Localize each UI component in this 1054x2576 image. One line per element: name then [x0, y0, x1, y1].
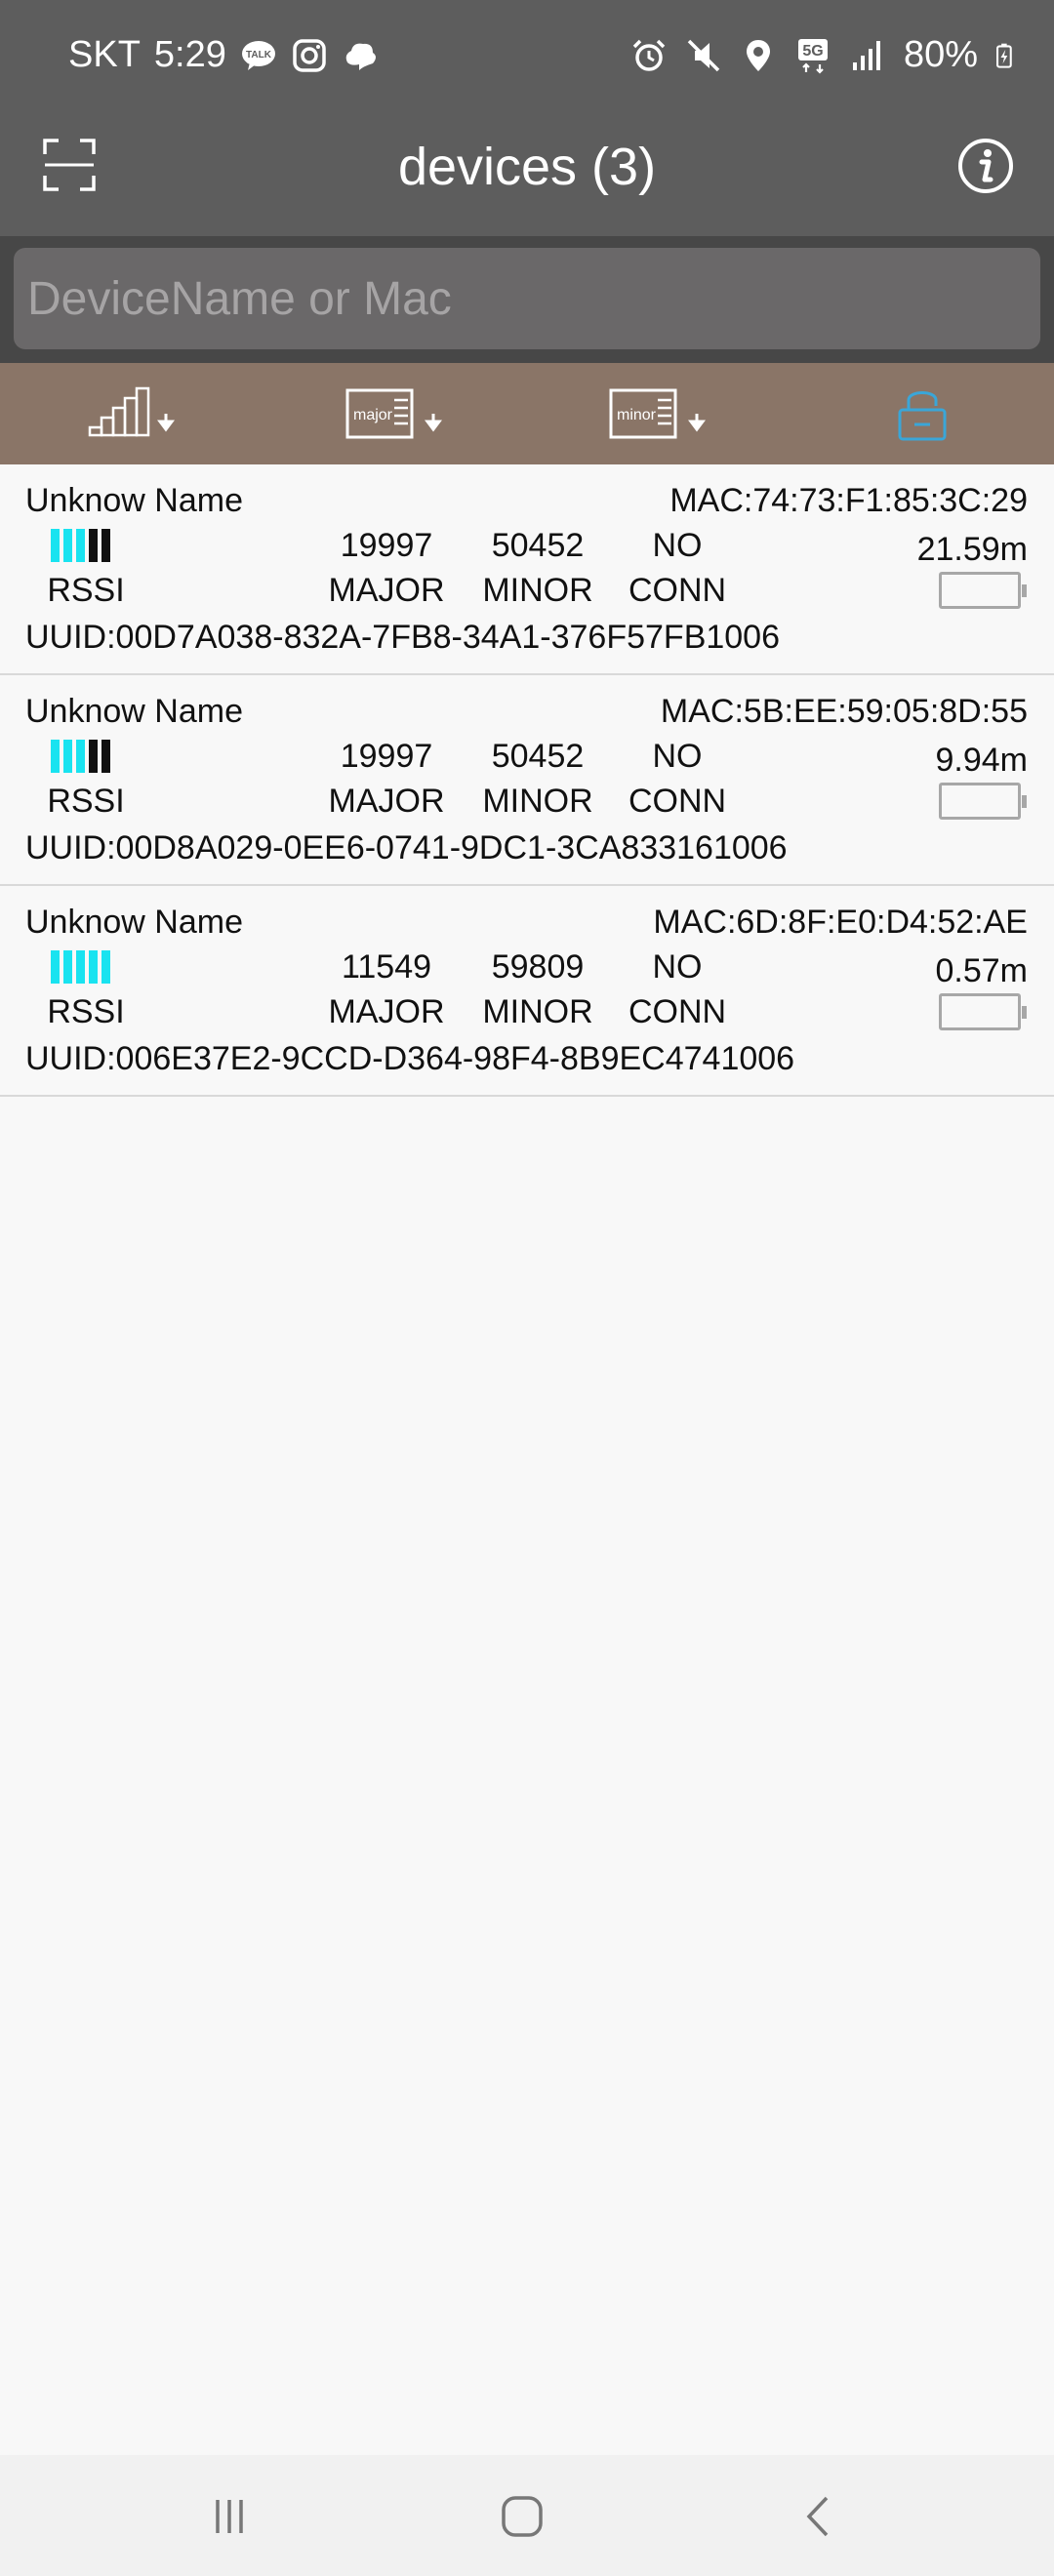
conn-value: NO — [652, 527, 703, 564]
rssi-bar — [63, 529, 72, 562]
minor-label: MINOR — [482, 993, 593, 1030]
toolbar: devices (3) — [0, 109, 1054, 234]
minor-card-icon: minor — [609, 388, 706, 439]
conn-label: CONN — [628, 993, 727, 1030]
info-icon[interactable] — [956, 137, 1015, 195]
home-icon — [502, 2496, 543, 2537]
minor-value: 50452 — [491, 738, 585, 775]
rssi-bar — [89, 950, 98, 984]
rssi-bar — [51, 950, 60, 984]
search-bar — [0, 236, 1054, 363]
distance-value: 0.57m — [935, 952, 1029, 989]
major-label: MAJOR — [328, 993, 445, 1030]
major-icon-label: major — [353, 407, 393, 423]
location-icon — [746, 39, 770, 71]
app-header: SKT 5:29 TALK 5G 80% devices (3) — [0, 0, 1054, 236]
rssi-bar — [51, 740, 60, 773]
conn-value: NO — [652, 738, 703, 775]
carrier-label: SKT — [68, 34, 141, 75]
status-left: SKT 5:29 TALK — [68, 34, 379, 76]
device-uuid: UUID:00D8A029-0EE6-0741-9DC1-3CA83316100… — [25, 829, 788, 866]
battery-percent: 80% — [903, 34, 978, 75]
battery-icon — [939, 783, 1027, 820]
battery-icon — [939, 572, 1027, 609]
rssi-bar — [63, 740, 72, 773]
rssi-bar — [63, 950, 72, 984]
rssi-label: RSSI — [47, 783, 125, 820]
device-uuid: UUID:006E37E2-9CCD-D364-98F4-8B9EC474100… — [25, 1040, 795, 1077]
minor-value: 59809 — [491, 948, 585, 986]
rssi-bar — [76, 950, 85, 984]
device-mac: MAC:5B:EE:59:05:8D:55 — [660, 693, 1028, 730]
5g-icon: 5G — [797, 38, 828, 74]
system-nav-bar — [0, 2455, 1054, 2576]
rssi-bars — [51, 740, 110, 773]
device-list: Unknow Name MAC:74:73:F1:85:3C:29 19997 … — [0, 464, 1054, 1097]
conn-value: NO — [652, 948, 703, 986]
battery-charging-icon — [996, 43, 1012, 68]
rssi-bar — [89, 740, 98, 773]
instagram-icon — [293, 38, 326, 72]
rssi-label: RSSI — [47, 572, 125, 609]
conn-label: CONN — [628, 783, 727, 820]
sort-major-button[interactable]: major — [344, 381, 451, 447]
lock-icon — [898, 391, 947, 441]
device-name: Unknow Name — [25, 904, 243, 941]
major-value: 11549 — [341, 948, 432, 986]
sort-bar: major minor — [0, 363, 1054, 464]
status-bar: SKT 5:29 TALK 5G 80% — [0, 0, 1054, 109]
svg-text:5G: 5G — [802, 43, 823, 60]
page-title: devices (3) — [397, 138, 657, 196]
mute-icon — [687, 39, 720, 71]
rssi-bars — [51, 950, 110, 984]
back-button[interactable] — [786, 2482, 854, 2551]
battery-icon — [939, 993, 1027, 1030]
device-mac: MAC:6D:8F:E0:D4:52:AE — [653, 904, 1028, 941]
sort-rssi-button[interactable] — [86, 381, 183, 447]
major-value: 19997 — [340, 738, 433, 775]
rssi-bar — [101, 950, 110, 984]
search-input[interactable] — [14, 248, 1040, 349]
rssi-bar — [76, 529, 85, 562]
recents-icon — [216, 2500, 243, 2533]
device-row[interactable]: Unknow Name MAC:6D:8F:E0:D4:52:AE 11549 … — [0, 886, 1054, 1097]
home-button[interactable] — [488, 2482, 556, 2551]
rssi-label: RSSI — [47, 993, 125, 1030]
device-row[interactable]: Unknow Name MAC:74:73:F1:85:3C:29 19997 … — [0, 464, 1054, 675]
cloud-app-icon — [345, 43, 376, 70]
distance-value: 9.94m — [935, 742, 1029, 779]
minor-icon-label: minor — [617, 407, 657, 423]
signal-icon — [852, 40, 880, 70]
minor-label: MINOR — [482, 783, 593, 820]
svg-text:TALK: TALK — [246, 50, 272, 60]
major-label: MAJOR — [328, 572, 445, 609]
rssi-bar — [101, 529, 110, 562]
kakaotalk-icon: TALK — [241, 40, 275, 70]
major-value: 19997 — [340, 527, 433, 564]
device-name: Unknow Name — [25, 693, 243, 730]
distance-value: 21.59m — [916, 531, 1028, 568]
rssi-bar — [76, 740, 85, 773]
recents-button[interactable] — [195, 2482, 264, 2551]
device-row[interactable]: Unknow Name MAC:5B:EE:59:05:8D:55 19997 … — [0, 675, 1054, 886]
major-label: MAJOR — [328, 783, 445, 820]
sort-minor-button[interactable]: minor — [607, 381, 714, 447]
device-name: Unknow Name — [25, 482, 243, 519]
rssi-bar — [101, 740, 110, 773]
filter-connectable-button[interactable] — [888, 381, 956, 447]
device-uuid: UUID:00D7A038-832A-7FB8-34A1-376F57FB100… — [25, 619, 781, 656]
signal-bars-icon — [88, 386, 175, 437]
rssi-bars — [51, 529, 110, 562]
minor-value: 50452 — [491, 527, 585, 564]
rssi-bar — [89, 529, 98, 562]
device-mac: MAC:74:73:F1:85:3C:29 — [669, 482, 1028, 519]
back-icon — [806, 2496, 829, 2537]
conn-label: CONN — [628, 572, 727, 609]
alarm-icon — [632, 39, 666, 71]
major-card-icon: major — [345, 388, 442, 439]
status-right: 5G 80% — [630, 34, 1021, 76]
clock: 5:29 — [153, 34, 226, 75]
rssi-bar — [51, 529, 60, 562]
minor-label: MINOR — [482, 572, 593, 609]
